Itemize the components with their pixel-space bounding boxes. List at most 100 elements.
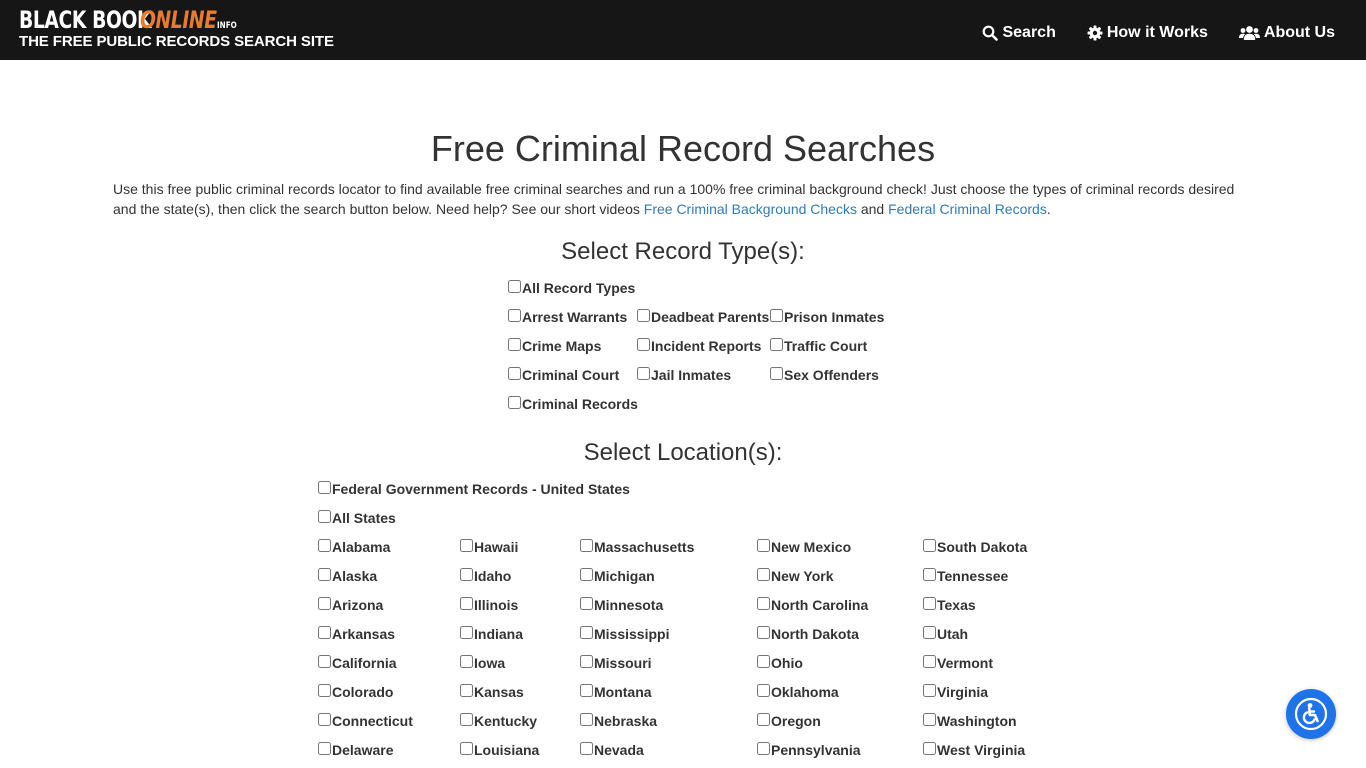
checkbox-state-delaware[interactable]: Delaware [318, 741, 393, 759]
checkbox-state-michigan[interactable]: Michigan [580, 567, 655, 585]
checkbox-all-record-types[interactable]: All Record Types [508, 279, 635, 297]
checkbox-input[interactable] [923, 683, 936, 697]
checkbox-state-oklahoma[interactable]: Oklahoma [757, 683, 839, 701]
checkbox-label[interactable]: Iowa [474, 655, 505, 671]
checkbox-label[interactable]: Utah [937, 626, 968, 642]
checkbox-label[interactable]: Alabama [332, 539, 390, 555]
link-federal-criminal-records[interactable]: Federal Criminal Records [888, 201, 1047, 217]
checkbox-label[interactable]: Pennsylvania [771, 742, 861, 758]
checkbox-input[interactable] [460, 596, 473, 610]
checkbox-input[interactable] [318, 538, 331, 552]
checkbox-label[interactable]: Washington [937, 713, 1017, 729]
link-free-criminal-background-checks[interactable]: Free Criminal Background Checks [644, 201, 857, 217]
checkbox-label[interactable]: Deadbeat Parents [651, 309, 769, 325]
checkbox-input[interactable] [318, 654, 331, 668]
checkbox-state-illinois[interactable]: Illinois [460, 596, 518, 614]
checkbox-state-arizona[interactable]: Arizona [318, 596, 383, 614]
checkbox-input[interactable] [923, 625, 936, 639]
checkbox-state-hawaii[interactable]: Hawaii [460, 538, 518, 556]
checkbox-label[interactable]: Mississippi [594, 626, 669, 642]
checkbox-label[interactable]: Hawaii [474, 539, 518, 555]
checkbox-label[interactable]: Federal Government Records - United Stat… [332, 481, 630, 497]
checkbox-label[interactable]: Texas [937, 597, 976, 613]
checkbox-input[interactable] [637, 337, 650, 351]
checkbox-state-washington[interactable]: Washington [923, 712, 1017, 730]
checkbox-label[interactable]: Louisiana [474, 742, 539, 758]
checkbox-state-north-carolina[interactable]: North Carolina [757, 596, 868, 614]
checkbox-state-missouri[interactable]: Missouri [580, 654, 652, 672]
checkbox-input[interactable] [580, 567, 593, 581]
checkbox-input[interactable] [580, 654, 593, 668]
checkbox-label[interactable]: All Record Types [522, 280, 635, 296]
checkbox-state-new-mexico[interactable]: New Mexico [757, 538, 851, 556]
checkbox-state-connecticut[interactable]: Connecticut [318, 712, 413, 730]
checkbox-input[interactable] [923, 741, 936, 755]
checkbox-input[interactable] [508, 337, 521, 351]
checkbox-traffic-court[interactable]: Traffic Court [770, 337, 867, 355]
checkbox-input[interactable] [580, 712, 593, 726]
nav-search[interactable]: Search [982, 24, 1056, 42]
checkbox-label[interactable]: Nevada [594, 742, 644, 758]
checkbox-state-kansas[interactable]: Kansas [460, 683, 524, 701]
checkbox-label[interactable]: West Virginia [937, 742, 1025, 758]
checkbox-label[interactable]: Virginia [937, 684, 988, 700]
nav-about-us[interactable]: About Us [1238, 24, 1335, 42]
checkbox-input[interactable] [770, 337, 783, 351]
checkbox-state-alaska[interactable]: Alaska [318, 567, 377, 585]
checkbox-label[interactable]: Oregon [771, 713, 821, 729]
checkbox-criminal-court[interactable]: Criminal Court [508, 366, 619, 384]
checkbox-input[interactable] [770, 308, 783, 322]
checkbox-input[interactable] [770, 366, 783, 380]
accessibility-button[interactable] [1286, 689, 1336, 739]
checkbox-input[interactable] [318, 625, 331, 639]
checkbox-label[interactable]: Kentucky [474, 713, 537, 729]
checkbox-deadbeat-parents[interactable]: Deadbeat Parents [637, 308, 769, 326]
checkbox-input[interactable] [318, 683, 331, 697]
checkbox-state-indiana[interactable]: Indiana [460, 625, 523, 643]
checkbox-input[interactable] [637, 308, 650, 322]
checkbox-state-alabama[interactable]: Alabama [318, 538, 390, 556]
checkbox-input[interactable] [460, 683, 473, 697]
checkbox-label[interactable]: Crime Maps [522, 338, 601, 354]
checkbox-state-virginia[interactable]: Virginia [923, 683, 988, 701]
checkbox-input[interactable] [508, 395, 521, 409]
checkbox-state-kentucky[interactable]: Kentucky [460, 712, 537, 730]
checkbox-crime-maps[interactable]: Crime Maps [508, 337, 601, 355]
checkbox-label[interactable]: Arrest Warrants [522, 309, 627, 325]
checkbox-input[interactable] [757, 567, 770, 581]
checkbox-label[interactable]: Arizona [332, 597, 383, 613]
checkbox-state-mississippi[interactable]: Mississippi [580, 625, 669, 643]
checkbox-prison-inmates[interactable]: Prison Inmates [770, 308, 884, 326]
checkbox-state-iowa[interactable]: Iowa [460, 654, 505, 672]
checkbox-label[interactable]: North Carolina [771, 597, 868, 613]
checkbox-state-south-dakota[interactable]: South Dakota [923, 538, 1027, 556]
checkbox-state-tennessee[interactable]: Tennessee [923, 567, 1008, 585]
checkbox-input[interactable] [460, 741, 473, 755]
checkbox-input[interactable] [460, 654, 473, 668]
checkbox-input[interactable] [923, 596, 936, 610]
checkbox-arrest-warrants[interactable]: Arrest Warrants [508, 308, 627, 326]
checkbox-incident-reports[interactable]: Incident Reports [637, 337, 761, 355]
checkbox-state-colorado[interactable]: Colorado [318, 683, 393, 701]
checkbox-label[interactable]: Jail Inmates [651, 367, 731, 383]
checkbox-state-arkansas[interactable]: Arkansas [318, 625, 395, 643]
checkbox-input[interactable] [580, 741, 593, 755]
checkbox-label[interactable]: Traffic Court [784, 338, 867, 354]
checkbox-label[interactable]: Indiana [474, 626, 523, 642]
checkbox-input[interactable] [318, 712, 331, 726]
checkbox-state-ohio[interactable]: Ohio [757, 654, 803, 672]
checkbox-label[interactable]: North Dakota [771, 626, 859, 642]
checkbox-state-louisiana[interactable]: Louisiana [460, 741, 539, 759]
checkbox-input[interactable] [318, 741, 331, 755]
checkbox-label[interactable]: Vermont [937, 655, 993, 671]
checkbox-label[interactable]: Alaska [332, 568, 377, 584]
checkbox-label[interactable]: Idaho [474, 568, 511, 584]
checkbox-state-pennsylvania[interactable]: Pennsylvania [757, 741, 861, 759]
checkbox-criminal-records[interactable]: Criminal Records [508, 395, 638, 413]
checkbox-input[interactable] [460, 712, 473, 726]
site-logo[interactable]: BLACK BOOK ONLINE INFO THE FREE PUBLIC R… [19, 6, 334, 50]
checkbox-label[interactable]: Montana [594, 684, 652, 700]
checkbox-label[interactable]: New York [771, 568, 834, 584]
checkbox-label[interactable]: South Dakota [937, 539, 1027, 555]
checkbox-state-nevada[interactable]: Nevada [580, 741, 644, 759]
